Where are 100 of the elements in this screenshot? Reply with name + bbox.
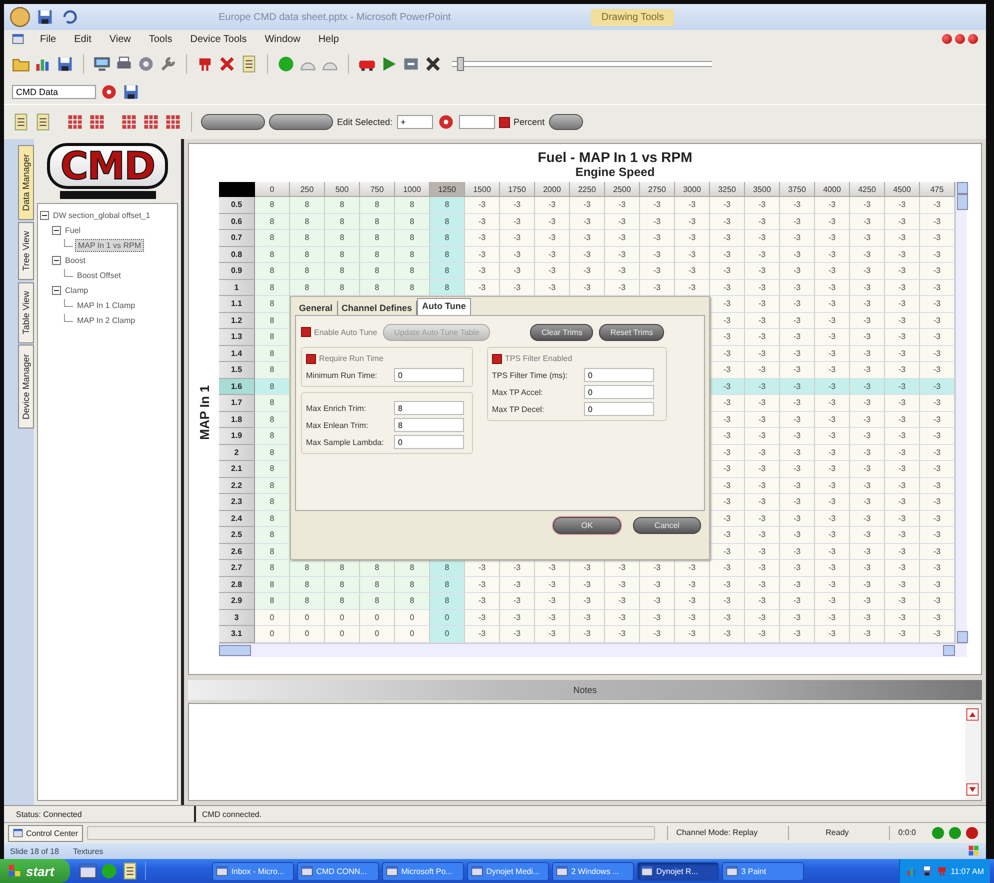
- table-cell[interactable]: -3: [920, 246, 955, 263]
- table-cell[interactable]: 8: [290, 560, 325, 576]
- close-icon[interactable]: [424, 55, 442, 73]
- table-cell[interactable]: 8: [360, 214, 395, 230]
- table-cell[interactable]: 8: [255, 214, 290, 230]
- table-cell[interactable]: -3: [780, 346, 815, 362]
- table-cell[interactable]: 8: [255, 346, 290, 362]
- table-cell[interactable]: -3: [640, 280, 675, 296]
- row-header[interactable]: 1.5: [219, 362, 255, 378]
- table-cell[interactable]: -3: [570, 610, 605, 626]
- table-cell[interactable]: -3: [535, 246, 570, 263]
- tree-item[interactable]: Fuel: [63, 225, 83, 236]
- table-cell[interactable]: -3: [815, 626, 850, 642]
- table-cell[interactable]: 0: [360, 626, 395, 642]
- row-header[interactable]: 2.1: [219, 461, 255, 478]
- row-header[interactable]: 2.3: [219, 494, 255, 510]
- table-cell[interactable]: -3: [605, 560, 640, 576]
- table-cell[interactable]: -3: [745, 346, 780, 362]
- row-header[interactable]: 0.9: [219, 263, 255, 280]
- table-cell[interactable]: 8: [255, 296, 290, 312]
- table-cell[interactable]: -3: [815, 444, 850, 461]
- table-cell[interactable]: -3: [815, 312, 850, 329]
- table-cell[interactable]: -3: [710, 312, 745, 329]
- table-cell[interactable]: -3: [675, 560, 710, 576]
- input-field[interactable]: 0: [584, 402, 654, 416]
- table-cell[interactable]: -3: [780, 378, 815, 395]
- table-cell[interactable]: -3: [780, 626, 815, 642]
- table-cell[interactable]: -3: [535, 626, 570, 642]
- row-header[interactable]: 2.6: [219, 544, 255, 560]
- table-cell[interactable]: -3: [710, 593, 745, 610]
- table-cell[interactable]: -3: [780, 444, 815, 461]
- table-cell[interactable]: -3: [710, 197, 745, 214]
- row-header[interactable]: 2.4: [219, 510, 255, 527]
- save-icon[interactable]: [36, 8, 54, 26]
- table-cell[interactable]: -3: [745, 395, 780, 412]
- menu-item[interactable]: File: [38, 32, 58, 46]
- table-icon[interactable]: [164, 113, 182, 131]
- table-cell[interactable]: -3: [535, 230, 570, 246]
- table-cell[interactable]: -3: [535, 280, 570, 296]
- side-tab[interactable]: Data Manager: [18, 145, 34, 220]
- row-header[interactable]: 3: [219, 610, 255, 626]
- table-cell[interactable]: -3: [850, 296, 885, 312]
- table-cell[interactable]: 0: [430, 626, 465, 642]
- monitor-icon[interactable]: [93, 55, 111, 73]
- table-cell[interactable]: -3: [920, 362, 955, 378]
- menu-item[interactable]: View: [107, 32, 133, 46]
- table-cell[interactable]: 8: [360, 263, 395, 280]
- table-cell[interactable]: -3: [850, 280, 885, 296]
- table-cell[interactable]: -3: [780, 494, 815, 510]
- table-cell[interactable]: -3: [780, 329, 815, 346]
- input-field[interactable]: 8: [394, 418, 464, 432]
- table-cell[interactable]: -3: [780, 230, 815, 246]
- table-cell[interactable]: 8: [325, 593, 360, 610]
- table-cell[interactable]: -3: [675, 610, 710, 626]
- table-cell[interactable]: -3: [710, 246, 745, 263]
- table-cell[interactable]: -3: [710, 610, 745, 626]
- table-cell[interactable]: 0: [255, 626, 290, 642]
- taskbar-button[interactable]: CMD CONN...: [297, 862, 380, 880]
- table-cell[interactable]: 8: [430, 263, 465, 280]
- table-cell[interactable]: -3: [850, 576, 885, 593]
- toolbar-button[interactable]: [201, 114, 265, 130]
- input-field[interactable]: 0: [394, 368, 464, 382]
- table-icon[interactable]: [142, 113, 160, 131]
- row-header[interactable]: 0.8: [219, 246, 255, 263]
- tree-item[interactable]: Clamp: [63, 285, 90, 296]
- table-cell[interactable]: -3: [465, 593, 500, 610]
- table-cell[interactable]: 8: [430, 593, 465, 610]
- table-cell[interactable]: -3: [640, 230, 675, 246]
- table-cell[interactable]: -3: [920, 346, 955, 362]
- table-cell[interactable]: 8: [325, 280, 360, 296]
- table-cell[interactable]: -3: [780, 197, 815, 214]
- minimize-button[interactable]: [942, 34, 952, 44]
- table-cell[interactable]: -3: [885, 527, 920, 544]
- table-cell[interactable]: -3: [850, 230, 885, 246]
- tree-item[interactable]: MAP In 2 Clamp: [75, 315, 138, 326]
- dialog-button[interactable]: Reset Trims: [599, 324, 664, 340]
- row-header[interactable]: 2.5: [219, 527, 255, 544]
- table-icon[interactable]: [88, 113, 106, 131]
- taskbar-button[interactable]: 2 Windows ...: [552, 862, 634, 880]
- column-header[interactable]: 475: [920, 182, 955, 197]
- table-cell[interactable]: -3: [850, 395, 885, 412]
- table-cell[interactable]: -3: [745, 461, 780, 478]
- table-cell[interactable]: 0: [325, 626, 360, 642]
- apply-icon[interactable]: [436, 113, 455, 131]
- taskbar-button[interactable]: Dynojet R...: [637, 862, 720, 880]
- table-cell[interactable]: -3: [640, 593, 675, 610]
- table-cell[interactable]: 8: [360, 246, 395, 263]
- table-cell[interactable]: 8: [430, 576, 465, 593]
- column-header[interactable]: 2500: [605, 182, 640, 197]
- table-cell[interactable]: 0: [395, 610, 430, 626]
- table-cell[interactable]: -3: [745, 412, 780, 428]
- table-cell[interactable]: -3: [570, 280, 605, 296]
- table-cell[interactable]: -3: [570, 197, 605, 214]
- table-cell[interactable]: 8: [395, 263, 430, 280]
- table-cell[interactable]: 8: [290, 263, 325, 280]
- table-cell[interactable]: -3: [500, 626, 535, 642]
- table-cell[interactable]: -3: [815, 428, 850, 444]
- table-cell[interactable]: -3: [710, 362, 745, 378]
- table-cell[interactable]: -3: [710, 494, 745, 510]
- document-icon[interactable]: [34, 113, 52, 131]
